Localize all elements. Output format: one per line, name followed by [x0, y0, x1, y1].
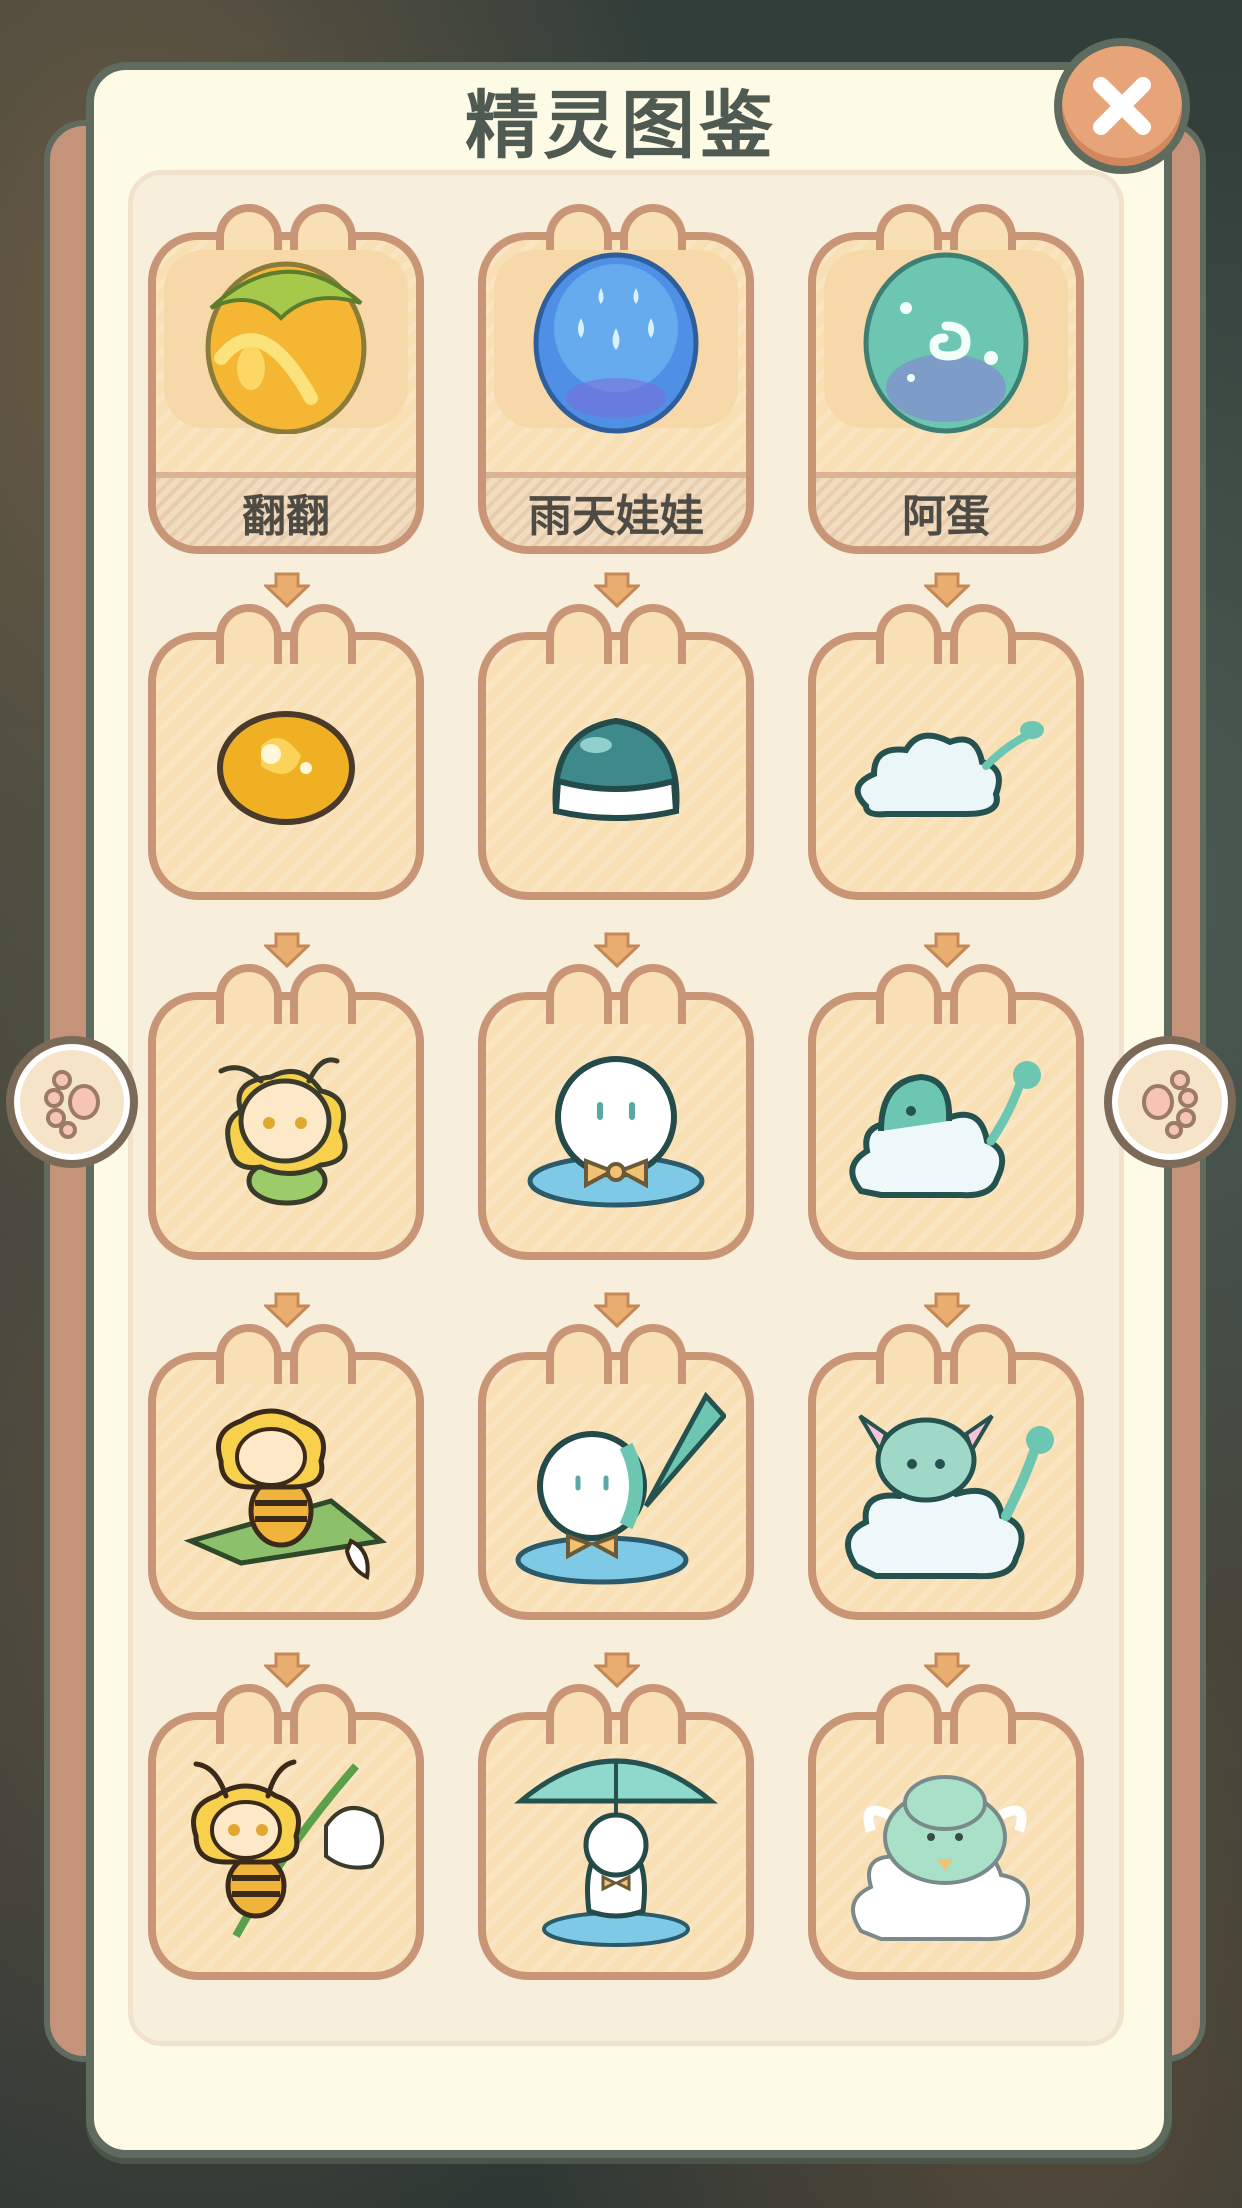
down-arrow-icon	[264, 1292, 310, 1328]
fluffy-cloud-sheep-icon	[851, 1775, 1030, 1942]
stage-card[interactable]	[808, 1324, 1084, 1620]
card-ear	[620, 964, 686, 1024]
card-ear	[546, 1324, 612, 1384]
card-ear	[876, 604, 942, 664]
egg-card-rainy-doll[interactable]: 雨天娃娃	[478, 204, 754, 554]
paw-icon	[1142, 1070, 1198, 1139]
down-arrow-icon	[924, 1292, 970, 1328]
close-icon	[1093, 77, 1151, 135]
down-arrow-icon	[594, 932, 640, 968]
card-ear	[546, 1684, 612, 1744]
bee-on-leaf-icon	[183, 1408, 387, 1581]
down-arrow-icon	[924, 932, 970, 968]
cloud-bird-icon	[849, 1061, 1041, 1199]
down-arrow-icon	[594, 1292, 640, 1328]
card-ear	[216, 1684, 282, 1744]
down-arrow-icon	[924, 572, 970, 608]
green-swirl-egg-icon	[863, 252, 1029, 434]
down-arrow-icon	[594, 1652, 640, 1688]
cloud-goat-icon	[845, 1414, 1054, 1580]
bowtie-ghost-icon	[527, 1056, 705, 1208]
card-ear	[876, 1684, 942, 1744]
blue-raindrop-egg-icon	[533, 252, 699, 434]
stage-card[interactable]	[478, 1684, 754, 1980]
stage-card[interactable]	[148, 1324, 424, 1620]
card-ear	[546, 604, 612, 664]
card-ear	[950, 1684, 1016, 1744]
ghost-with-umbrella-icon	[515, 1391, 726, 1585]
next-page-button[interactable]	[1104, 1036, 1236, 1168]
egg-name-label: 雨天娃娃	[486, 472, 746, 546]
stage-card[interactable]	[148, 604, 424, 900]
stage-card[interactable]	[148, 964, 424, 1260]
down-arrow-icon	[924, 1652, 970, 1688]
small-cloud-icon	[854, 721, 1044, 818]
card-ear	[950, 1324, 1016, 1384]
card-ear	[546, 964, 612, 1024]
egg-card-fanfan[interactable]: 翻翻	[148, 204, 424, 554]
card-ear	[620, 1324, 686, 1384]
card-ear	[876, 964, 942, 1024]
yellow-leaf-egg-icon	[205, 261, 367, 434]
egg-name-label: 翻翻	[156, 472, 416, 546]
stage-card[interactable]	[808, 1684, 1084, 1980]
card-ear	[290, 604, 356, 664]
down-arrow-icon	[264, 572, 310, 608]
bee-with-lily-icon	[191, 1759, 384, 1938]
stage-card[interactable]	[478, 964, 754, 1260]
fluffy-bug-icon	[218, 1057, 348, 1206]
card-ear	[290, 1324, 356, 1384]
ghost-under-umbrella-icon	[514, 1758, 718, 1947]
yellow-seed-icon	[217, 711, 355, 825]
card-ear	[876, 1324, 942, 1384]
card-ear	[216, 1324, 282, 1384]
stage-card[interactable]	[478, 604, 754, 900]
down-arrow-icon	[264, 932, 310, 968]
down-arrow-icon	[264, 1652, 310, 1688]
paw-icon	[44, 1070, 100, 1139]
down-arrow-icon	[594, 572, 640, 608]
card-ear	[216, 604, 282, 664]
stage-card[interactable]	[478, 1324, 754, 1620]
stage-card[interactable]	[808, 964, 1084, 1260]
card-ear	[620, 604, 686, 664]
stage-card[interactable]	[148, 1684, 424, 1980]
egg-name-label: 阿蛋	[816, 472, 1076, 546]
card-ear	[216, 964, 282, 1024]
card-ear	[620, 1684, 686, 1744]
prev-page-button[interactable]	[6, 1036, 138, 1168]
card-ear	[290, 964, 356, 1024]
card-ear	[290, 1684, 356, 1744]
stage-card[interactable]	[808, 604, 1084, 900]
card-ear	[950, 604, 1016, 664]
close-button[interactable]	[1054, 38, 1190, 174]
card-ear	[950, 964, 1016, 1024]
egg-card-adan[interactable]: 阿蛋	[808, 204, 1084, 554]
teal-jelly-icon	[552, 717, 680, 821]
